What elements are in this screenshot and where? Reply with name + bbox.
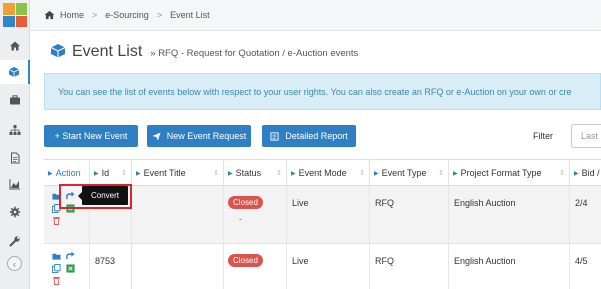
page-subtitle: » RFQ - Request for Quotation / e-Auctio…	[150, 48, 359, 59]
column-header-project-format-type[interactable]: ▶ Project Format Type ⇕	[448, 160, 569, 186]
bid-cell: 2/4	[569, 186, 601, 243]
sort-icon: ⇕	[276, 170, 282, 177]
table-row: 8753 Closed Live RFQ English Auction 4/5	[44, 244, 601, 289]
bid-cell: 4/5	[569, 244, 601, 289]
breadcrumb-separator: >	[156, 10, 163, 20]
detailed-report-label: Detailed Report	[285, 131, 348, 141]
event-mode-cell: Live	[286, 244, 369, 289]
cube-icon	[50, 44, 66, 58]
filter-select[interactable]: Last	[571, 124, 601, 148]
paper-plane-icon	[152, 131, 161, 141]
breadcrumb: Home > e-Sourcing > Event List	[30, 0, 601, 31]
cube-icon[interactable]	[0, 60, 30, 84]
page-title: Event List	[72, 43, 143, 60]
status-badge: Closed	[228, 196, 263, 209]
column-header-id[interactable]: ▶ Id ⇕	[89, 160, 131, 186]
collapse-sidebar-button[interactable]: ‹	[7, 256, 22, 271]
start-new-event-button[interactable]: + Start New Event	[44, 125, 138, 147]
page-header: Event List » RFQ - Request for Quotation…	[50, 41, 358, 61]
action-cell	[44, 244, 89, 289]
event-type-cell: RFQ	[369, 186, 448, 243]
home-icon	[44, 10, 55, 20]
sort-icon: ⇕	[438, 170, 444, 177]
app-logo[interactable]	[3, 3, 27, 27]
column-header-bid[interactable]: ▶Bid / I	[569, 160, 601, 186]
sort-icon: ⇕	[359, 170, 365, 177]
table-header: ▶ Action ▶ Id ⇕ ▶ Event Title ⇕ ▶ Status ⇕ ▶ Eve…	[44, 159, 601, 186]
gear-icon[interactable]	[0, 200, 30, 224]
copy-icon[interactable]	[52, 264, 61, 273]
chart-icon[interactable]	[0, 172, 30, 196]
info-banner: You can see the list of events below wit…	[44, 73, 601, 110]
document-icon[interactable]	[0, 146, 30, 170]
new-event-request-button[interactable]: New Event Request	[147, 125, 251, 147]
sort-icon: ⇕	[213, 170, 219, 177]
trash-icon[interactable]	[52, 276, 61, 285]
status-cell: Closed	[223, 244, 286, 289]
event-title-cell	[131, 244, 223, 289]
convert-tooltip: Convert	[78, 186, 128, 205]
trash-icon[interactable]	[52, 216, 61, 225]
filter-label: Filter	[533, 131, 553, 141]
event-type-cell: RFQ	[369, 244, 448, 289]
report-icon	[270, 131, 279, 141]
start-new-event-label: + Start New Event	[54, 131, 128, 141]
excel-icon[interactable]	[66, 264, 75, 273]
column-header-event-title[interactable]: ▶ Event Title ⇕	[131, 160, 223, 186]
breadcrumb-current: Event List	[170, 10, 210, 20]
column-header-event-type[interactable]: ▶ Event Type ⇕	[369, 160, 448, 186]
status-sub: -	[239, 214, 242, 224]
org-chart-icon[interactable]	[0, 118, 30, 142]
briefcase-icon[interactable]	[0, 88, 30, 112]
column-header-event-mode[interactable]: ▶ Event Mode ⇕	[286, 160, 369, 186]
column-header-status[interactable]: ▶ Status ⇕	[223, 160, 286, 186]
convert-icon[interactable]	[66, 251, 75, 260]
sort-icon: ⇕	[559, 170, 565, 177]
detailed-report-button[interactable]: Detailed Report	[262, 125, 356, 147]
breadcrumb-home-link[interactable]: Home	[60, 10, 84, 20]
folder-open-icon[interactable]	[52, 252, 61, 261]
event-mode-cell: Live	[286, 186, 369, 243]
new-event-request-label: New Event Request	[166, 131, 247, 141]
sort-icon: ⇕	[121, 170, 127, 177]
status-badge: Closed	[228, 254, 263, 267]
sidebar: ‹	[0, 0, 30, 289]
id-cell: 8753	[89, 244, 131, 289]
column-header-action[interactable]: ▶ Action	[44, 160, 89, 186]
status-cell: Closed -	[223, 186, 286, 243]
wrench-icon[interactable]	[0, 229, 30, 253]
event-title-cell	[131, 186, 223, 243]
format-type-cell: English Auction	[448, 244, 569, 289]
breadcrumb-separator: >	[92, 10, 98, 20]
breadcrumb-esourcing-link[interactable]: e-Sourcing	[105, 10, 149, 20]
format-type-cell: English Auction	[448, 186, 569, 243]
home-icon[interactable]	[0, 34, 30, 58]
